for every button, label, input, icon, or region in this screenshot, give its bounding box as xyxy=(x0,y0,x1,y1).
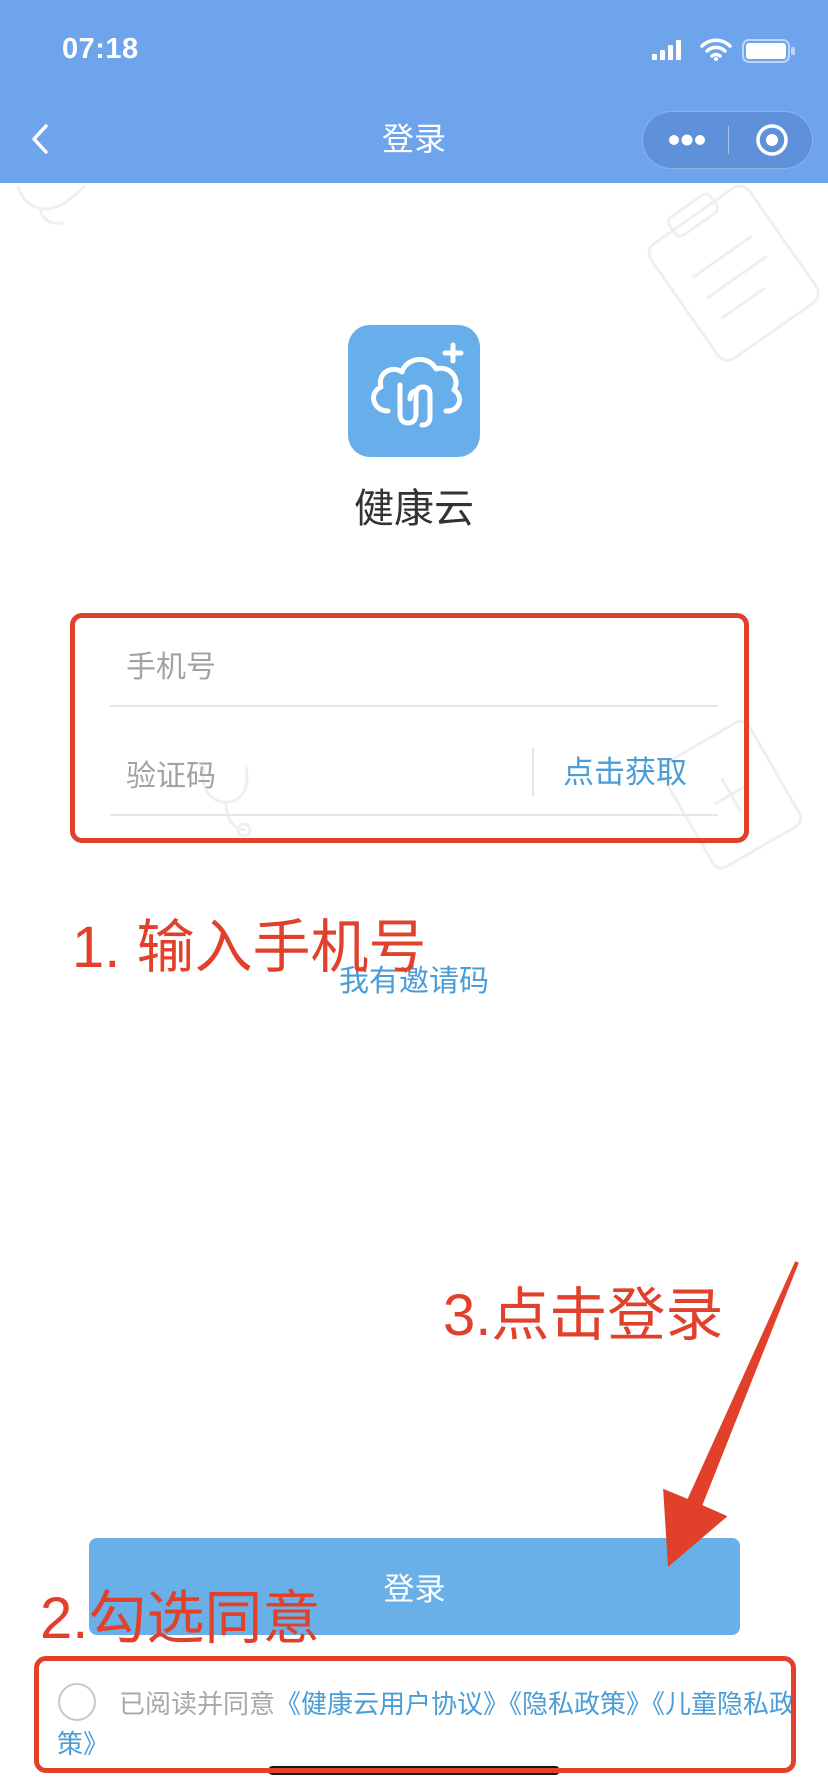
annotation-step3: 3.点击登录 xyxy=(443,1283,724,1348)
signal-icon xyxy=(652,40,681,60)
more-button[interactable] xyxy=(643,112,727,168)
code-underline xyxy=(110,814,718,816)
annotation-step1: 1. 输入手机号 xyxy=(72,915,427,980)
cloud-plus-icon xyxy=(371,342,464,428)
phone-underline xyxy=(110,705,718,707)
agreement-text: 已阅读并同意《健康云用户协议》《隐私政策》《儿童隐私政策》 xyxy=(57,1684,802,1768)
user-agreement-link[interactable]: 《健康云用户协议》 xyxy=(275,1689,509,1719)
privacy-policy-link[interactable]: 《隐私政策》 xyxy=(509,1689,652,1719)
get-code-button[interactable]: 点击获取 xyxy=(563,754,687,792)
battery-icon xyxy=(742,39,795,63)
verification-code-input[interactable] xyxy=(126,754,506,800)
capsule-divider xyxy=(728,126,729,154)
app-name: 健康云 xyxy=(354,487,474,531)
annotation-step2: 2.勾选同意 xyxy=(40,1586,321,1651)
wifi-icon xyxy=(700,38,732,61)
watermark-clipboard-icon xyxy=(647,184,820,362)
miniprogram-capsule xyxy=(642,111,813,169)
code-divider xyxy=(532,748,534,796)
home-indicator xyxy=(268,1766,560,1775)
agreement-prefix: 已阅读并同意 xyxy=(119,1689,276,1719)
app-logo xyxy=(348,325,480,457)
status-time: 07:18 xyxy=(62,33,139,65)
watermark-doodle-icon xyxy=(16,185,86,225)
phone-input[interactable] xyxy=(126,645,706,691)
watermark-medical-doc-icon xyxy=(659,719,803,870)
close-miniprogram-button[interactable] xyxy=(730,112,812,168)
more-dots-icon xyxy=(669,134,705,146)
target-circle-icon xyxy=(756,124,788,156)
